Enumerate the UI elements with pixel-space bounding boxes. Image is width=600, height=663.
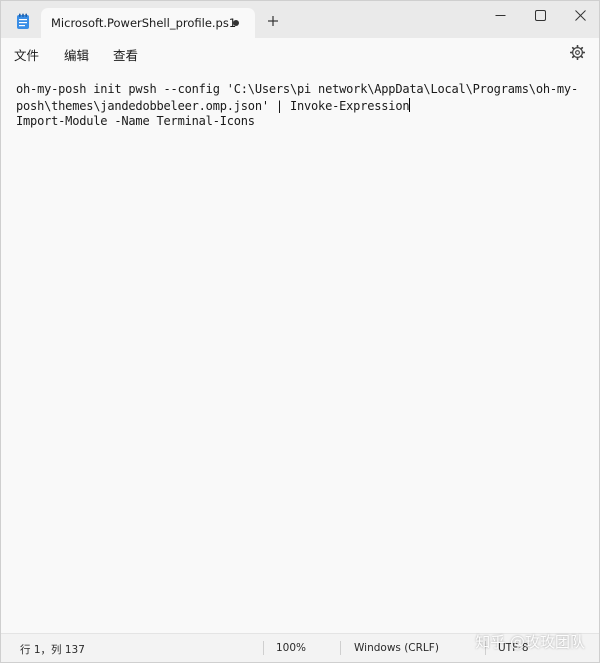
tab-profile[interactable]: Microsoft.PowerShell_profile.ps1: [41, 8, 255, 38]
menu-view[interactable]: 查看: [113, 45, 138, 64]
editor-line-1: oh-my-posh init pwsh --config 'C:\Users\…: [16, 82, 578, 96]
close-button[interactable]: [560, 1, 599, 31]
editor-line-3: Import-Module -Name Terminal-Icons: [16, 114, 255, 128]
plus-icon[interactable]: [266, 13, 280, 27]
zoom-level: 100%: [276, 642, 307, 654]
watermark: 知乎 @玫玫团队: [475, 633, 585, 651]
status-bar: 行 1，列 137 100% Windows (CRLF) UTF-8 知乎 @…: [1, 633, 599, 662]
cursor-position: 行 1，列 137: [20, 644, 85, 656]
minimize-icon: [495, 15, 506, 16]
text-editor[interactable]: oh-my-posh init pwsh --config 'C:\Users\…: [1, 68, 599, 636]
maximize-button[interactable]: [520, 1, 560, 31]
tab-title: Microsoft.PowerShell_profile.ps1: [51, 16, 237, 30]
line-ending: Windows (CRLF): [354, 642, 439, 654]
menu-edit[interactable]: 编辑: [64, 45, 89, 64]
unsaved-dot-icon[interactable]: [233, 20, 239, 26]
menu-bar: 文件 编辑 查看: [1, 38, 599, 68]
editor-line-2-text: posh\themes\jandedobbeleer.omp.json' | I…: [16, 99, 410, 113]
editor-line-2: posh\themes\jandedobbeleer.omp.json' | I…: [16, 98, 411, 113]
notepad-icon: [16, 13, 30, 30]
title-bar: Microsoft.PowerShell_profile.ps1: [1, 1, 599, 38]
minimize-button[interactable]: [480, 1, 520, 31]
gear-icon[interactable]: [569, 44, 586, 61]
menu-file[interactable]: 文件: [14, 45, 39, 64]
status-divider: [340, 641, 341, 655]
status-divider: [263, 641, 264, 655]
close-icon: [575, 10, 586, 21]
maximize-icon: [535, 10, 546, 21]
notepad-window: Microsoft.PowerShell_profile.ps1 文件 编辑 查…: [0, 0, 600, 663]
text-caret: [409, 98, 411, 112]
